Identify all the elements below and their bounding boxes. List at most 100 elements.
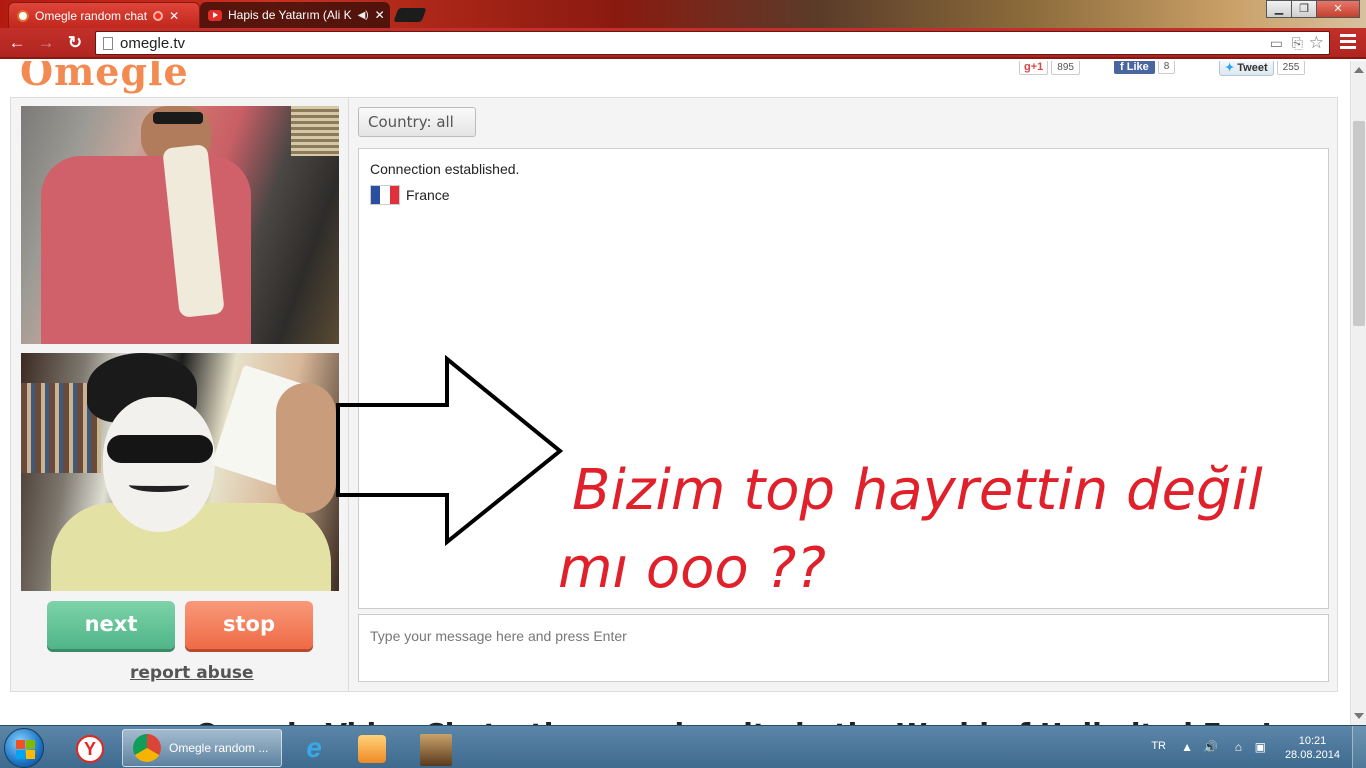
tab-youtube[interactable]: Hapis de Yatarım (Ali K ◀) ✕ xyxy=(200,2,390,28)
taskbar-ie[interactable]: e xyxy=(294,729,334,767)
chrome-menu-icon[interactable] xyxy=(1340,34,1356,52)
window-controls: ▁ ❐ ✕ xyxy=(1266,0,1360,18)
facebook-like-button[interactable]: f Like xyxy=(1114,61,1155,74)
browser-titlebar: Omegle random chat ✕ Hapis de Yatarım (A… xyxy=(0,0,1366,28)
stranger-sunglasses xyxy=(153,112,203,124)
page-heading-partial: Omegle Video Chat – the premier site in … xyxy=(195,717,1273,725)
windows-logo-icon xyxy=(16,750,25,759)
recording-icon xyxy=(153,10,164,21)
web-page: Omegle g+1 895 f Like 8 ✦ Tweet 255 next… xyxy=(0,61,1350,725)
url-input[interactable] xyxy=(120,34,1240,52)
scroll-up-arrow-icon[interactable] xyxy=(1354,67,1364,73)
tab-omegle[interactable]: Omegle random chat ✕ xyxy=(8,2,200,28)
youtube-favicon-icon xyxy=(208,9,222,21)
media-player-icon xyxy=(358,735,386,763)
tab-title: Omegle random chat xyxy=(35,8,148,23)
stranger-video xyxy=(21,106,339,344)
window-blinds xyxy=(291,106,339,156)
windows-logo-icon xyxy=(26,750,35,759)
omegle-logo[interactable]: Omegle xyxy=(20,61,189,94)
message-input[interactable] xyxy=(359,615,1328,681)
camera-icon[interactable]: ▭ xyxy=(1270,35,1283,52)
internet-explorer-icon: e xyxy=(306,732,322,763)
next-button[interactable]: next xyxy=(47,601,175,649)
windows-taskbar: Y Omegle random ... e TR ▲ 🔊 ⌂ ▣ 10:21 2… xyxy=(0,725,1366,768)
tab-title: Hapis de Yatarım (Ali K xyxy=(228,8,352,22)
my-sunglasses xyxy=(107,435,213,463)
gplus-count: 895 xyxy=(1051,61,1080,75)
facebook-like-label: Like xyxy=(1126,61,1149,73)
scroll-down-arrow-icon[interactable] xyxy=(1354,713,1364,719)
show-hidden-icons-icon[interactable]: ▲ xyxy=(1181,740,1193,754)
window-close-button[interactable]: ✕ xyxy=(1316,0,1360,18)
overlay-caption-line2: mı ooo ?? xyxy=(558,536,826,601)
clock[interactable]: 10:21 28.08.2014 xyxy=(1285,734,1340,762)
restore-button[interactable]: ❐ xyxy=(1291,0,1317,18)
flag-stripe xyxy=(380,186,390,204)
bookmark-star-icon[interactable]: ☆ xyxy=(1309,33,1324,53)
omegle-favicon-icon xyxy=(17,9,29,22)
flag-stripe xyxy=(371,186,381,204)
chat-log: Connection established. France xyxy=(358,148,1329,609)
report-abuse-link[interactable]: report abuse xyxy=(130,663,254,683)
clock-date: 28.08.2014 xyxy=(1284,749,1340,761)
network-icon[interactable]: ▣ xyxy=(1255,740,1266,754)
tweet-count: 255 xyxy=(1276,61,1306,75)
page-icon xyxy=(103,37,113,50)
country-filter-button[interactable]: Country: all xyxy=(358,107,476,137)
windows-logo-icon xyxy=(26,740,35,749)
taskbar-media-player[interactable] xyxy=(352,729,392,767)
scrollbar-thumb[interactable] xyxy=(1353,121,1365,326)
message-box[interactable] xyxy=(358,614,1329,682)
back-arrow-icon[interactable]: ← xyxy=(6,32,28,54)
gplus-button[interactable]: g+1 xyxy=(1019,61,1049,75)
translate-icon[interactable]: ⎘ xyxy=(1292,35,1303,52)
stop-button[interactable]: stop xyxy=(185,601,313,649)
panel-divider[interactable] xyxy=(348,98,349,691)
flag-stripe xyxy=(389,186,399,204)
clock-time: 10:21 xyxy=(1298,735,1327,747)
new-tab-button[interactable] xyxy=(393,8,427,22)
facebook-icon: f xyxy=(1120,61,1127,73)
mask-mustache xyxy=(129,478,189,492)
gplus-icon: g xyxy=(1024,61,1031,73)
taskbar-chrome[interactable]: Omegle random ... xyxy=(122,729,282,767)
facebook-widget[interactable]: f Like 8 xyxy=(1114,61,1176,74)
audio-playing-icon: ◀) xyxy=(357,9,369,21)
tab-close-icon[interactable]: ✕ xyxy=(169,9,179,23)
input-language[interactable]: TR xyxy=(1151,740,1166,752)
minimize-button[interactable]: ▁ xyxy=(1266,0,1292,18)
taskbar-game[interactable] xyxy=(416,729,456,767)
page-scrollbar[interactable] xyxy=(1350,61,1366,725)
taskbar-yandex[interactable]: Y xyxy=(70,729,110,767)
gplus-label: +1 xyxy=(1030,61,1044,73)
show-desktop-button[interactable] xyxy=(1352,726,1366,768)
connection-status: Connection established. xyxy=(370,161,520,177)
yandex-browser-icon: Y xyxy=(76,735,104,763)
france-flag-icon xyxy=(370,185,400,205)
windows-logo-icon xyxy=(16,740,25,749)
tweet-label: Tweet xyxy=(1237,62,1268,74)
overlay-caption-line1: Bizim top hayrettin değil xyxy=(572,458,1263,523)
taskbar-chrome-label: Omegle random ... xyxy=(169,741,269,755)
facebook-like-count: 8 xyxy=(1157,61,1176,74)
guy-fawkes-mask xyxy=(103,397,215,532)
stranger-shirt xyxy=(41,156,251,344)
chrome-icon xyxy=(133,734,161,762)
tab-close-icon[interactable]: ✕ xyxy=(375,8,385,22)
tweet-button[interactable]: ✦ Tweet xyxy=(1219,61,1274,76)
address-bar[interactable]: ▭ ⎘ ☆ xyxy=(95,31,1330,55)
browser-toolbar: ← → ↻ ▭ ⎘ ☆ xyxy=(0,28,1366,59)
system-tray: TR ▲ 🔊 ⌂ ▣ 10:21 28.08.2014 xyxy=(1126,726,1366,768)
twitter-widget[interactable]: ✦ Tweet 255 xyxy=(1219,61,1306,76)
forward-arrow-icon[interactable]: → xyxy=(35,32,57,54)
twitter-bird-icon: ✦ xyxy=(1225,62,1235,74)
reload-icon[interactable]: ↻ xyxy=(64,32,86,54)
power-icon[interactable]: ⌂ xyxy=(1235,740,1242,754)
my-video xyxy=(21,353,339,591)
chat-frame: next stop report abuse Country: all Conn… xyxy=(10,97,1338,692)
gplus-widget[interactable]: g+1 895 xyxy=(1019,61,1080,75)
volume-icon[interactable]: 🔊 xyxy=(1203,740,1218,754)
my-arm xyxy=(276,383,336,513)
start-button[interactable] xyxy=(4,728,44,768)
